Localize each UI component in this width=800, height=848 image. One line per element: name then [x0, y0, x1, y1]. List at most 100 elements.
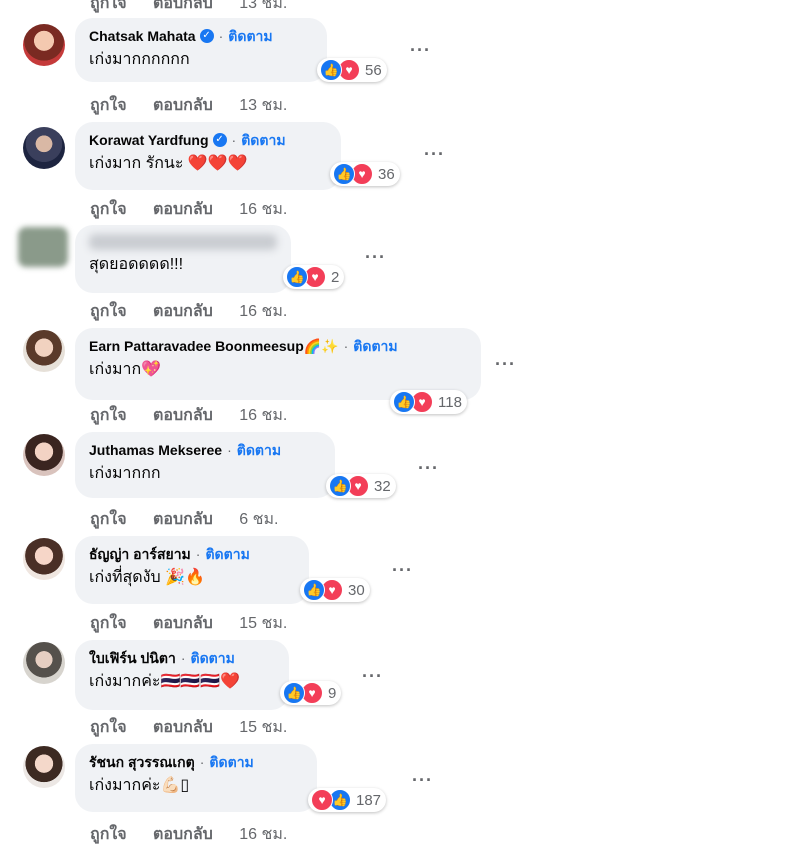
- reply-action[interactable]: ตอบกลับ: [153, 97, 213, 114]
- like-action[interactable]: ถูกใจ: [90, 407, 127, 424]
- reply-action[interactable]: ตอบกลับ: [153, 0, 213, 12]
- commenter-name[interactable]: ใบเฟิร์น ปนิตา: [89, 649, 176, 667]
- comment-bubble: สุดยอดดดด!!!: [75, 225, 291, 293]
- reaction-count: 118: [438, 393, 462, 411]
- reply-action[interactable]: ตอบกลับ: [153, 826, 213, 843]
- like-action[interactable]: ถูกใจ: [90, 0, 127, 12]
- comment-time: 16 ชม.: [239, 201, 288, 218]
- comment-bubble: Chatsak Mahata ✓ · ติดตาม เก่งมากกกกกก: [75, 18, 327, 82]
- reply-action[interactable]: ตอบกลับ: [153, 303, 213, 320]
- like-action[interactable]: ถูกใจ: [90, 201, 127, 218]
- follow-link[interactable]: ติดตาม: [190, 649, 234, 667]
- more-options-icon[interactable]: ···: [424, 144, 445, 165]
- comment-time: 16 ชม.: [239, 826, 288, 843]
- like-action[interactable]: ถูกใจ: [90, 97, 127, 114]
- thumbs-up-icon: 👍: [303, 579, 325, 601]
- comment-text: สุดยอดดดด!!!: [89, 256, 184, 273]
- more-options-icon[interactable]: ···: [392, 560, 413, 581]
- reaction-summary[interactable]: 👍 ♥ 118: [390, 390, 467, 414]
- avatar[interactable]: [23, 746, 65, 788]
- thumbs-up-icon: 👍: [333, 163, 355, 185]
- comment-actions: ถูกใจ ตอบกลับ 16 ชม.: [90, 299, 309, 324]
- comment-text: เก่งมากกกกกก: [89, 51, 190, 68]
- avatar[interactable]: [23, 330, 65, 372]
- verified-badge-icon: ✓: [199, 29, 214, 43]
- comment-time: 16 ชม.: [239, 407, 288, 424]
- comment-text: เก่งมากค่ะ💪🏻▯: [89, 777, 190, 794]
- follow-link[interactable]: ติดตาม: [209, 753, 253, 771]
- comment-text: เก่งมาก💖: [89, 361, 162, 378]
- comment-actions: ถูกใจ ตอบกลับ 6 ชม.: [90, 507, 300, 532]
- commenter-name[interactable]: รัชนก สุวรรณเกตุ: [89, 753, 195, 771]
- comment-time: 13 ชม.: [239, 0, 288, 12]
- comment-time: 6 ชม.: [239, 511, 279, 528]
- commenter-name[interactable]: Chatsak Mahata: [89, 27, 196, 45]
- avatar[interactable]: [23, 642, 65, 684]
- follow-link[interactable]: ติดตาม: [228, 27, 272, 45]
- reaction-summary[interactable]: 👍 ♥ 9: [280, 681, 342, 705]
- like-action[interactable]: ถูกใจ: [90, 719, 127, 736]
- commenter-name[interactable]: Korawat Yardfung: [89, 131, 209, 149]
- like-action[interactable]: ถูกใจ: [90, 303, 127, 320]
- reply-action[interactable]: ตอบกลับ: [153, 511, 213, 528]
- comment-actions: ถูกใจ ตอบกลับ 15 ชม.: [90, 611, 309, 636]
- comment-text: เก่งมากค่ะ🇹🇭🇹🇭🇹🇭❤️: [89, 673, 241, 690]
- comment-actions: ถูกใจ ตอบกลับ 13 ชม.: [90, 93, 309, 118]
- more-options-icon[interactable]: ···: [495, 354, 516, 375]
- avatar[interactable]: [23, 434, 65, 476]
- reply-action[interactable]: ตอบกลับ: [153, 201, 213, 218]
- commenter-name[interactable]: Earn Pattaravadee Boonmeesup🌈✨: [89, 337, 339, 355]
- like-action[interactable]: ถูกใจ: [90, 615, 127, 632]
- comment-bubble: รัชนก สุวรรณเกตุ · ติดตาม เก่งมากค่ะ💪🏻▯: [75, 744, 317, 812]
- thumbs-up-icon: 👍: [393, 391, 415, 413]
- more-options-icon[interactable]: ···: [412, 770, 433, 791]
- reaction-summary[interactable]: 👍 ♥ 2: [283, 265, 345, 289]
- reaction-count: 56: [365, 61, 382, 79]
- reaction-summary[interactable]: 👍 ♥ 56: [317, 58, 387, 82]
- follow-link[interactable]: ติดตาม: [353, 337, 397, 355]
- comment-bubble: ใบเฟิร์น ปนิตา · ติดตาม เก่งมากค่ะ🇹🇭🇹🇭🇹🇭…: [75, 640, 289, 710]
- reply-action[interactable]: ตอบกลับ: [153, 719, 213, 736]
- reaction-count: 36: [378, 165, 395, 183]
- avatar[interactable]: [23, 127, 65, 169]
- avatar[interactable]: [18, 227, 68, 267]
- more-options-icon[interactable]: ···: [365, 247, 386, 268]
- like-action[interactable]: ถูกใจ: [90, 511, 127, 528]
- commenter-name[interactable]: [89, 234, 277, 250]
- thumbs-up-icon: 👍: [286, 266, 308, 288]
- more-options-icon[interactable]: ···: [418, 458, 439, 479]
- follow-link[interactable]: ติดตาม: [241, 131, 285, 149]
- comment-text: เก่งมาก รักนะ ❤️❤️❤️: [89, 155, 248, 172]
- comment-time: 15 ชม.: [239, 615, 288, 632]
- comment-actions: ถูกใจ ตอบกลับ 16 ชม.: [90, 822, 309, 847]
- commenter-name[interactable]: Juthamas Mekseree: [89, 441, 222, 459]
- comment-actions: ถูกใจ ตอบกลับ 15 ชม.: [90, 715, 309, 740]
- reply-action[interactable]: ตอบกลับ: [153, 615, 213, 632]
- avatar[interactable]: [23, 24, 65, 66]
- reply-action[interactable]: ตอบกลับ: [153, 407, 213, 424]
- comment-bubble: Juthamas Mekseree · ติดตาม เก่งมากกก: [75, 432, 335, 498]
- reaction-summary[interactable]: ♥ 👍 187: [308, 788, 387, 812]
- more-options-icon[interactable]: ···: [410, 40, 431, 61]
- like-action[interactable]: ถูกใจ: [90, 826, 127, 843]
- previous-comment-actions: ถูกใจ ตอบกลับ 13 ชม.: [90, 0, 309, 16]
- more-options-icon[interactable]: ···: [362, 666, 383, 687]
- reaction-summary[interactable]: 👍 ♥ 32: [326, 474, 396, 498]
- reaction-summary[interactable]: 👍 ♥ 36: [330, 162, 400, 186]
- comment-time: 16 ชม.: [239, 303, 288, 320]
- reaction-count: 32: [374, 477, 391, 495]
- comment-bubble: ธัญญ่า อาร์สยาม · ติดตาม เก่งที่สุดงับ 🎉…: [75, 536, 309, 604]
- comment-actions: ถูกใจ ตอบกลับ 16 ชม.: [90, 197, 309, 222]
- follow-link[interactable]: ติดตาม: [237, 441, 281, 459]
- follow-link[interactable]: ติดตาม: [205, 545, 249, 563]
- reaction-count: 30: [348, 581, 365, 599]
- commenter-name[interactable]: ธัญญ่า อาร์สยาม: [89, 545, 191, 563]
- comment-time: 15 ชม.: [239, 719, 288, 736]
- thumbs-up-icon: 👍: [329, 475, 351, 497]
- verified-badge-icon: ✓: [212, 133, 227, 147]
- thumbs-up-icon: 👍: [320, 59, 342, 81]
- reaction-count: 187: [356, 791, 382, 809]
- avatar[interactable]: [23, 538, 65, 580]
- reaction-summary[interactable]: 👍 ♥ 30: [300, 578, 370, 602]
- comment-text: เก่งที่สุดงับ 🎉🔥: [89, 569, 205, 586]
